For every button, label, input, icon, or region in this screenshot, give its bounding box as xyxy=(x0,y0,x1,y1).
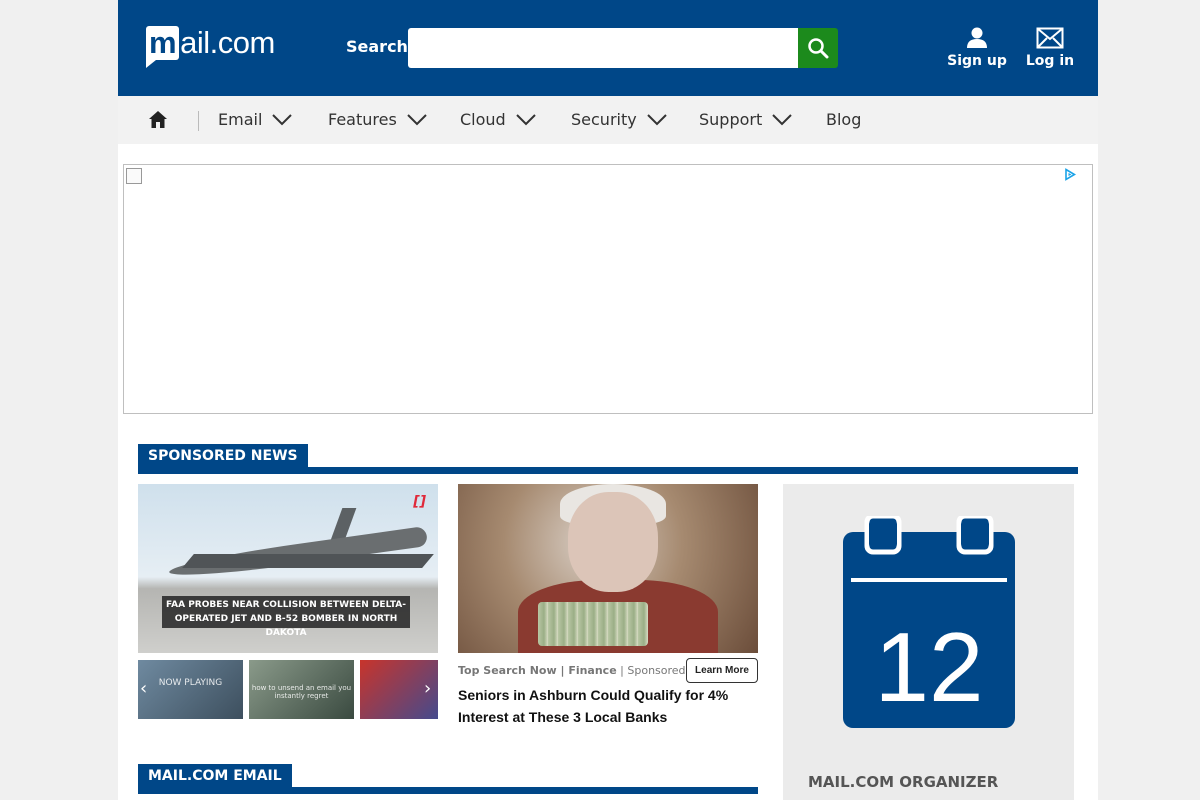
nav-item-email[interactable]: Email xyxy=(218,110,293,129)
nav-item-label: Cloud xyxy=(460,110,506,129)
video-caption: FAA PROBES NEAR COLLISION BETWEEN DELTA-… xyxy=(162,596,410,638)
organizer-title: MAIL.COM ORGANIZER xyxy=(808,773,999,791)
nav-item-features[interactable]: Features xyxy=(328,110,427,129)
chevron-down-icon xyxy=(646,113,667,125)
log-in-button[interactable]: Log in xyxy=(1015,27,1085,69)
chevron-down-icon xyxy=(407,113,427,125)
calendar-day: 12 xyxy=(874,612,983,722)
chevron-left-icon[interactable]: ‹ xyxy=(140,678,147,699)
envelope-icon xyxy=(1036,27,1064,49)
publisher-tag: [] xyxy=(413,494,426,510)
article-image[interactable] xyxy=(458,484,758,653)
banner-ad[interactable] xyxy=(123,164,1093,414)
mail-email-heading: MAIL.COM EMAIL xyxy=(138,764,758,794)
home-icon xyxy=(149,111,167,128)
now-playing-label: NOW PLAYING xyxy=(158,678,223,688)
nav-item-blog[interactable]: Blog xyxy=(826,110,861,129)
source-name: Top Search Now | Finance xyxy=(458,664,617,677)
sign-up-button[interactable]: Sign up xyxy=(942,27,1012,69)
nav-item-label: Security xyxy=(571,110,637,129)
nav-item-security[interactable]: Security xyxy=(571,110,667,129)
article-headline[interactable]: Seniors in Ashburn Could Qualify for 4% … xyxy=(458,684,758,728)
nav-item-label: Blog xyxy=(826,110,862,129)
search-icon xyxy=(808,38,829,59)
chevron-right-icon[interactable]: › xyxy=(424,678,431,699)
user-icon xyxy=(967,27,987,48)
home-button[interactable] xyxy=(148,110,168,133)
thumbnail-caption: how to unsend an email you instantly reg… xyxy=(251,684,352,700)
header: m ail.com Search Sign up Log in xyxy=(118,0,1098,96)
nav-item-label: Email xyxy=(218,110,263,129)
section-title: MAIL.COM EMAIL xyxy=(138,764,292,787)
search-label: Search xyxy=(346,37,408,56)
nav-item-support[interactable]: Support xyxy=(699,110,792,129)
learn-more-button[interactable]: Learn More xyxy=(686,658,758,683)
article-source: Top Search Now | Finance | Sponsored xyxy=(458,664,686,677)
plane-wing xyxy=(182,554,434,568)
search-input[interactable] xyxy=(408,28,798,68)
page: m ail.com Search Sign up Log in Email Fe… xyxy=(118,0,1098,800)
nav-divider xyxy=(198,111,199,131)
money-stack xyxy=(538,602,648,646)
chevron-down-icon xyxy=(272,113,293,125)
logo-mark: m xyxy=(146,26,180,68)
calendar-icon: 12 xyxy=(843,516,1015,728)
nav-item-cloud[interactable]: Cloud xyxy=(460,110,536,129)
mail-com-logo[interactable]: m ail.com xyxy=(146,26,275,70)
section-title: SPONSORED NEWS xyxy=(138,444,308,467)
nav-item-label: Support xyxy=(699,110,763,129)
video-thumbnails: NOW PLAYING how to unsend an email you i… xyxy=(138,660,438,719)
video-thumbnail[interactable]: NOW PLAYING xyxy=(138,660,243,719)
search-button[interactable] xyxy=(798,28,838,68)
chevron-down-icon xyxy=(772,113,792,125)
sponsored-label: Sponsored xyxy=(627,664,686,677)
organizer-promo[interactable]: 12 MAIL.COM ORGANIZER xyxy=(783,484,1074,800)
chevron-down-icon xyxy=(515,113,536,125)
video-player[interactable]: [] FAA PROBES NEAR COLLISION BETWEEN DEL… xyxy=(138,484,438,653)
sign-up-label: Sign up xyxy=(947,53,1007,69)
log-in-label: Log in xyxy=(1025,53,1075,69)
face-shape xyxy=(568,492,658,592)
video-thumbnail[interactable]: how to unsend an email you instantly reg… xyxy=(249,660,354,719)
logo-text: ail.com xyxy=(180,25,275,60)
sponsored-news-heading: SPONSORED NEWS xyxy=(138,444,1078,474)
broken-image-icon xyxy=(126,168,142,184)
nav-item-label: Features xyxy=(328,110,397,129)
ad-choices-icon[interactable] xyxy=(1064,168,1076,181)
main-nav: Email Features Cloud Security Support Bl… xyxy=(118,96,1098,144)
